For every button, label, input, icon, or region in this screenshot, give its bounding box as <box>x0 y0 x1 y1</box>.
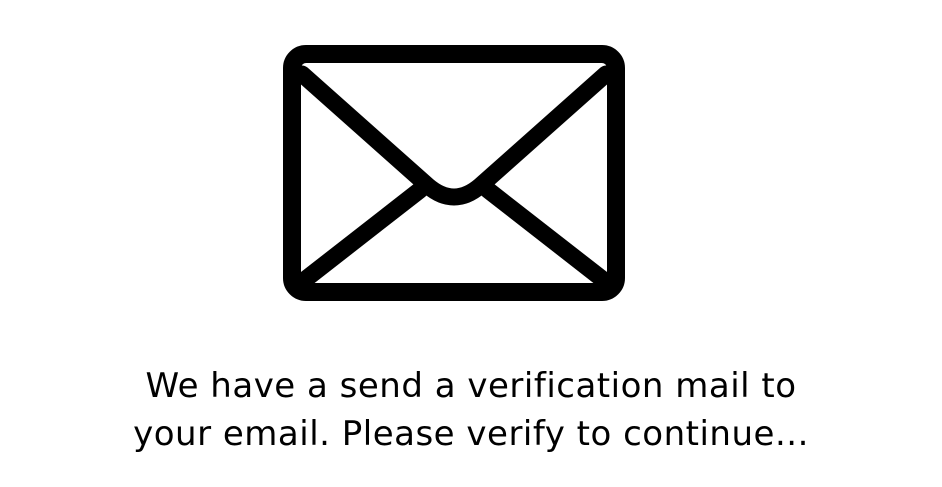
verification-message-line-1: We have a send a verification mail to <box>145 366 797 406</box>
verification-page: We have a send a verification mail to yo… <box>0 0 942 487</box>
verification-message: We have a send a verification mail to yo… <box>0 362 942 458</box>
verification-message-line-2: your email. Please verify to continue... <box>133 414 809 454</box>
mail-envelope-icon <box>282 44 626 302</box>
